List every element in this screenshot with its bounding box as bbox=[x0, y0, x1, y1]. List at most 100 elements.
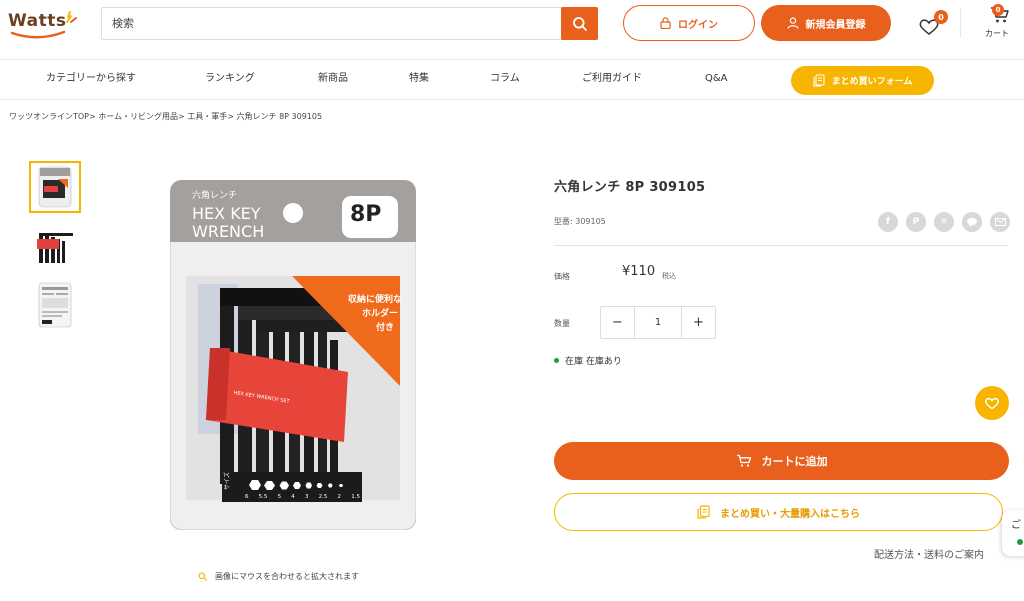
share-pinterest-button[interactable]: P bbox=[906, 212, 926, 232]
chat-tab-label: ご bbox=[1011, 520, 1021, 531]
quantity-increase-button[interactable]: + bbox=[682, 307, 715, 338]
register-button[interactable]: 新規会員登録 bbox=[761, 5, 891, 41]
heart-icon bbox=[985, 397, 999, 410]
nav-item-features[interactable]: 特集 bbox=[409, 60, 429, 98]
thumbnail-package-image bbox=[38, 166, 72, 208]
nav-item-qa[interactable]: Q&A bbox=[705, 60, 728, 98]
pinterest-icon: P bbox=[912, 217, 920, 227]
share-line-button[interactable] bbox=[962, 212, 982, 232]
breadcrumb-separator: > bbox=[89, 112, 96, 121]
search-button[interactable] bbox=[561, 7, 598, 40]
size-label: 5.5 bbox=[258, 494, 268, 500]
size-label: 1.5 bbox=[351, 494, 360, 500]
chat-tab[interactable]: ご bbox=[1002, 510, 1024, 556]
search-icon bbox=[572, 16, 587, 31]
site-header: Watts ログイン 新規会員登録 bbox=[0, 0, 1024, 60]
main-product-image[interactable]: 六角レンチ HEX KEY WRENCH 8P 収納に便利な ホルダー 付き H… bbox=[169, 179, 417, 531]
package-size-list: 6 5.5 5 4 3 2.5 2 1.5 bbox=[245, 494, 360, 500]
plus-icon: + bbox=[693, 315, 704, 330]
thumbnail-1[interactable] bbox=[29, 161, 81, 213]
add-to-cart-button[interactable]: カートに追加 bbox=[554, 442, 1009, 480]
chat-status-dot bbox=[1017, 539, 1023, 545]
zoom-hint-text: 画像にマウスを合わせると拡大されます bbox=[215, 572, 359, 581]
search-bar bbox=[101, 7, 598, 40]
shipping-info-link[interactable]: 配送方法・送料のご案内 bbox=[874, 546, 984, 561]
main-nav: カテゴリーから探す ランキング 新商品 特集 コラム ご利用ガイド Q&A まと… bbox=[0, 60, 1024, 100]
package-callout-line1: 収納に便利な bbox=[348, 295, 403, 305]
site-logo[interactable]: Watts bbox=[8, 8, 78, 40]
thumbnail-back-image bbox=[38, 282, 72, 328]
nav-item-categories[interactable]: カテゴリーから探す bbox=[46, 60, 136, 98]
document-icon bbox=[697, 505, 710, 519]
line-icon bbox=[967, 217, 977, 227]
breadcrumb-item-tools[interactable]: 工具・軍手 bbox=[187, 112, 227, 121]
thumbnail-3[interactable] bbox=[29, 279, 81, 331]
bulk-form-label: まとめ買いフォーム bbox=[831, 77, 913, 87]
package-title-line2: WRENCH bbox=[192, 222, 265, 241]
register-label: 新規会員登録 bbox=[805, 19, 866, 31]
price-label: 価格 bbox=[554, 272, 570, 281]
lock-icon bbox=[660, 17, 671, 29]
nav-item-guide[interactable]: ご利用ガイド bbox=[582, 60, 642, 98]
facebook-icon: f bbox=[886, 217, 890, 227]
cart-count-badge: 0 bbox=[992, 4, 1004, 16]
breadcrumb-separator: > bbox=[227, 112, 234, 121]
login-label: ログイン bbox=[678, 19, 718, 31]
size-label: 3 bbox=[304, 494, 309, 500]
breadcrumb-item-top[interactable]: ワッツオンラインTOP bbox=[9, 112, 89, 121]
product-price: ¥110 bbox=[622, 264, 656, 279]
bulk-purchase-label: まとめ買い・大量購入はこちら bbox=[720, 508, 860, 520]
size-label: 5 bbox=[277, 494, 282, 500]
nav-item-ranking[interactable]: ランキング bbox=[205, 60, 255, 98]
search-input[interactable] bbox=[102, 8, 562, 39]
info-divider bbox=[554, 245, 1008, 246]
tax-label: 税込 bbox=[662, 272, 676, 280]
nav-item-new-products[interactable]: 新商品 bbox=[318, 60, 348, 98]
quantity-decrease-button[interactable]: − bbox=[601, 307, 634, 338]
size-label: 2 bbox=[337, 494, 342, 500]
thumbnail-2[interactable] bbox=[29, 221, 81, 273]
package-size-label: サイズ bbox=[224, 472, 231, 490]
product-title: 六角レンチ 8P 309105 bbox=[554, 180, 706, 195]
nav-item-column[interactable]: コラム bbox=[490, 60, 520, 98]
breadcrumb: ワッツオンラインTOP> ホーム・リビング用品> 工具・軍手> 六角レンチ 8P… bbox=[9, 111, 322, 122]
add-to-favorites-button[interactable] bbox=[975, 386, 1009, 420]
size-label: 2.5 bbox=[318, 494, 328, 500]
logo-swoosh-icon bbox=[10, 30, 66, 39]
x-icon: ✕ bbox=[940, 217, 948, 227]
share-facebook-button[interactable]: f bbox=[878, 212, 898, 232]
logo-spark-icon bbox=[66, 11, 77, 23]
package-jp-name: 六角レンチ bbox=[192, 191, 238, 201]
minus-icon: − bbox=[612, 315, 623, 330]
cart-label: カート bbox=[985, 29, 1009, 38]
size-label: 4 bbox=[291, 494, 295, 500]
favorites-count-badge: 0 bbox=[934, 10, 948, 24]
user-icon bbox=[786, 17, 799, 29]
breadcrumb-item-home-living[interactable]: ホーム・リビング用品 bbox=[98, 112, 178, 121]
package-title-line1: HEX KEY bbox=[192, 204, 261, 223]
thumbnail-wrench-image bbox=[37, 233, 73, 263]
bulk-form-button[interactable]: まとめ買いフォーム bbox=[791, 66, 934, 95]
stock-dot-icon bbox=[554, 358, 559, 363]
cart-icon bbox=[736, 454, 751, 467]
magnifier-icon bbox=[198, 572, 207, 581]
mail-icon bbox=[994, 218, 1006, 226]
header-divider bbox=[960, 8, 961, 38]
share-mail-button[interactable] bbox=[990, 212, 1010, 232]
package-callout-line2: ホルダー bbox=[362, 309, 399, 319]
document-icon bbox=[813, 74, 825, 87]
quantity-input[interactable] bbox=[634, 307, 682, 338]
quantity-label: 数量 bbox=[554, 319, 570, 328]
cart-button[interactable]: 0 カート bbox=[982, 4, 1022, 44]
login-button[interactable]: ログイン bbox=[623, 5, 755, 41]
add-to-cart-label: カートに追加 bbox=[761, 455, 828, 468]
logo-text: Watts bbox=[8, 11, 67, 31]
stock-text: 在庫 在庫あり bbox=[565, 357, 622, 367]
quantity-stepper: − + bbox=[600, 306, 716, 339]
breadcrumb-item-current: 六角レンチ 8P 309105 bbox=[236, 112, 323, 121]
size-label: 6 bbox=[245, 494, 249, 500]
favorites-button[interactable]: 0 bbox=[918, 10, 948, 38]
share-x-button[interactable]: ✕ bbox=[934, 212, 954, 232]
zoom-hint: 画像にマウスを合わせると拡大されます bbox=[198, 571, 359, 582]
bulk-purchase-button[interactable]: まとめ買い・大量購入はこちら bbox=[554, 493, 1003, 531]
